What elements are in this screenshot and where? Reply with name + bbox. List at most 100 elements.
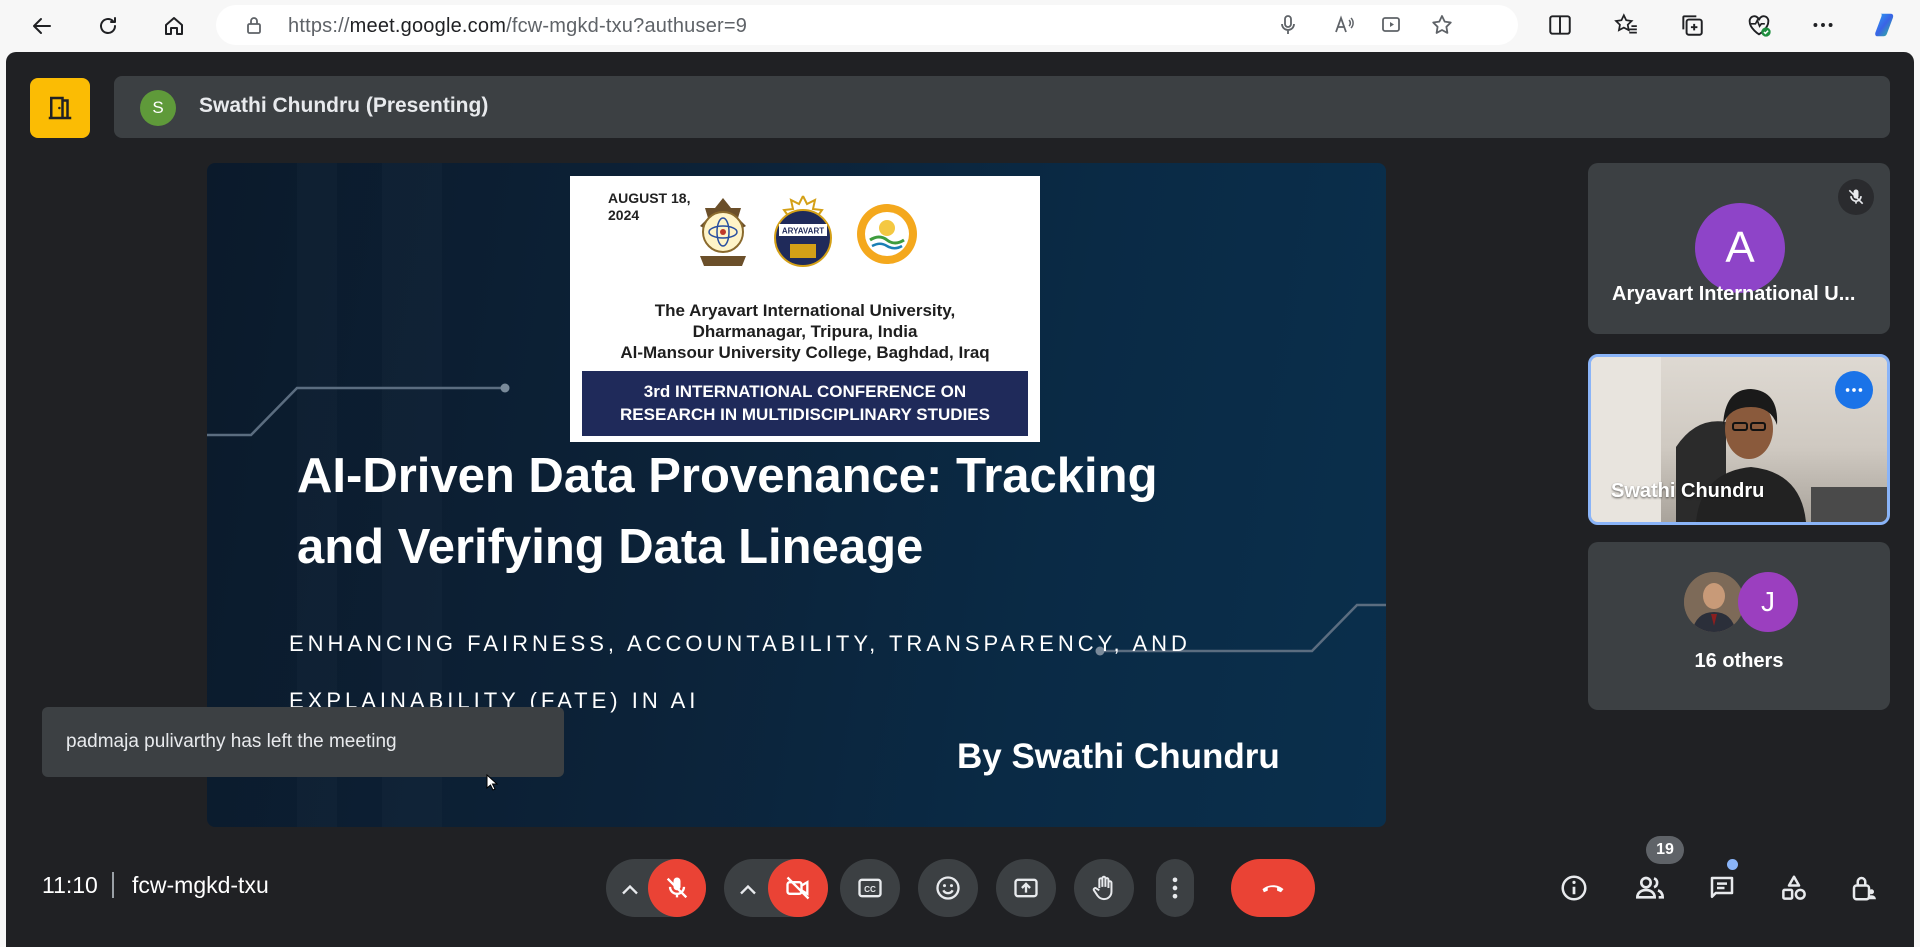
refresh-button[interactable]	[90, 8, 126, 44]
video-play-icon[interactable]	[1380, 13, 1404, 37]
settings-more-button[interactable]	[1808, 10, 1838, 40]
conference-line: 3rd INTERNATIONAL CONFERENCE ON	[643, 382, 967, 401]
chat-button[interactable]	[1702, 868, 1742, 908]
notification-toast: padmaja pulivarthy has left the meeting	[42, 707, 564, 777]
meeting-clock: 11:10	[42, 872, 98, 898]
more-options-button[interactable]	[1156, 859, 1194, 917]
university-line: Dharmanagar, Tripura, India	[692, 322, 918, 341]
split-screen-button[interactable]	[1545, 10, 1575, 40]
slide-author: By Swathi Chundru	[957, 737, 1280, 776]
mouse-cursor-icon	[486, 774, 499, 791]
more-horizontal-icon	[1845, 388, 1863, 392]
end-call-icon	[1262, 885, 1284, 893]
more-horizontal-icon	[1813, 23, 1833, 27]
logo-caption: ARYAVART	[782, 227, 824, 236]
conference-line: RESEARCH IN MULTIDISCIPLINARY STUDIES	[620, 405, 990, 424]
raise-hand-icon	[1092, 875, 1113, 901]
read-aloud-icon[interactable]	[1332, 13, 1356, 37]
meet-window: S Swathi Chundru (Presenting) AUGUST 18,…	[6, 52, 1914, 947]
participant-options-button[interactable]	[1835, 371, 1873, 409]
person-photo-icon	[1684, 572, 1744, 632]
copilot-icon	[1875, 13, 1894, 37]
leave-call-button[interactable]	[1231, 859, 1315, 917]
svg-text:CC: CC	[864, 885, 876, 894]
present-screen-button[interactable]	[996, 859, 1056, 917]
university-line: Al-Mansour University College, Baghdad, …	[620, 343, 990, 362]
url-scheme: https://	[288, 15, 350, 37]
green-wave-logo	[857, 204, 917, 264]
slide-title-line: AI-Driven Data Provenance: Tracking	[297, 449, 1158, 503]
microphone-off-icon	[666, 877, 688, 899]
others-tile[interactable]: J 16 others	[1588, 542, 1890, 710]
home-icon	[165, 17, 183, 35]
people-button[interactable]	[1630, 868, 1670, 908]
split-screen-icon	[1549, 15, 1571, 35]
host-controls-button[interactable]	[1844, 868, 1884, 908]
meeting-details-button[interactable]	[1554, 868, 1594, 908]
back-button[interactable]	[24, 8, 60, 44]
collections-button[interactable]	[1677, 10, 1707, 40]
aryavart-university-logo: ARYAVART	[774, 195, 832, 267]
browser-essentials-button[interactable]	[1744, 10, 1774, 40]
camera-off-icon	[786, 876, 810, 900]
address-bar[interactable]: https://meet.google.com/fcw-mgkd-txu?aut…	[216, 5, 1518, 45]
url-text: https://meet.google.com/fcw-mgkd-txu?aut…	[288, 15, 747, 38]
participant-name: Aryavart International U...	[1612, 283, 1856, 305]
slide-title: AI-Driven Data Provenance: Tracking and …	[297, 441, 1297, 583]
muted-indicator	[1838, 179, 1874, 215]
url-path: /fcw-mgkd-txu?authuser=9	[506, 15, 748, 37]
unread-dot-badge	[1727, 859, 1738, 870]
microphone-off-icon	[1848, 189, 1864, 205]
presenter-banner: S Swathi Chundru (Presenting)	[114, 76, 1890, 138]
slide-subtitle-line: ENHANCING FAIRNESS, ACCOUNTABILITY, TRAN…	[289, 631, 1191, 656]
camera-control-group	[724, 859, 828, 917]
divider	[112, 872, 114, 898]
arrow-left-icon	[33, 18, 51, 34]
participant-name: Swathi Chundru	[1611, 480, 1765, 502]
closed-captions-icon: CC	[858, 878, 882, 898]
microphone-toggle-button[interactable]	[648, 859, 706, 917]
participant-tile-active[interactable]: Swathi Chundru	[1588, 354, 1890, 525]
participant-avatar: J	[1738, 572, 1798, 632]
presenter-label: Swathi Chundru (Presenting)	[199, 94, 489, 117]
companion-mode-tile[interactable]	[30, 78, 90, 138]
participant-avatar: A	[1695, 203, 1785, 293]
browser-toolbar: https://meet.google.com/fcw-mgkd-txu?aut…	[0, 0, 1920, 52]
university-line: The Aryavart International University,	[654, 301, 956, 320]
people-icon	[1635, 876, 1665, 899]
chevron-up-icon[interactable]	[616, 876, 644, 904]
reactions-button[interactable]	[918, 859, 978, 917]
notification-message: padmaja pulivarthy has left the meeting	[66, 731, 397, 752]
lock-person-icon	[1852, 876, 1876, 901]
university-names: The Aryavart International University, D…	[570, 300, 1040, 363]
conference-banner: AUGUST 18, 2024 ARYAVART The Aryavart In…	[570, 176, 1040, 442]
refresh-icon	[100, 17, 116, 34]
participant-count-badge: 19	[1646, 836, 1684, 864]
microphone-icon[interactable]	[1276, 13, 1300, 37]
slide-title-line: and Verifying Data Lineage	[297, 520, 924, 574]
date-line: 2024	[608, 207, 640, 223]
heart-pulse-icon	[1748, 15, 1771, 37]
star-favorite-icon[interactable]	[1430, 13, 1454, 37]
conference-date: AUGUST 18, 2024	[608, 190, 690, 224]
favorites-button[interactable]	[1611, 10, 1641, 40]
chevron-up-icon[interactable]	[734, 876, 762, 904]
conference-title-box: 3rd INTERNATIONAL CONFERENCE ON RESEARCH…	[582, 371, 1028, 436]
date-line: AUGUST 18,	[608, 190, 691, 206]
activities-button[interactable]	[1774, 868, 1814, 908]
meeting-code[interactable]: fcw-mgkd-txu	[132, 872, 269, 899]
others-count-label: 16 others	[1694, 650, 1784, 672]
url-host: meet.google.com	[349, 15, 507, 37]
raise-hand-button[interactable]	[1074, 859, 1134, 917]
captions-button[interactable]: CC	[840, 859, 900, 917]
copilot-button[interactable]	[1872, 10, 1902, 40]
home-button[interactable]	[156, 8, 192, 44]
camera-toggle-button[interactable]	[768, 859, 828, 917]
presenter-avatar: S	[140, 90, 176, 126]
participant-photo-avatar	[1684, 572, 1744, 632]
microphone-control-group	[606, 859, 706, 917]
participant-tile[interactable]: A Aryavart International U...	[1588, 163, 1890, 334]
chat-icon	[1710, 876, 1734, 898]
present-screen-icon	[1014, 878, 1038, 898]
university-seal-logo	[700, 198, 746, 266]
